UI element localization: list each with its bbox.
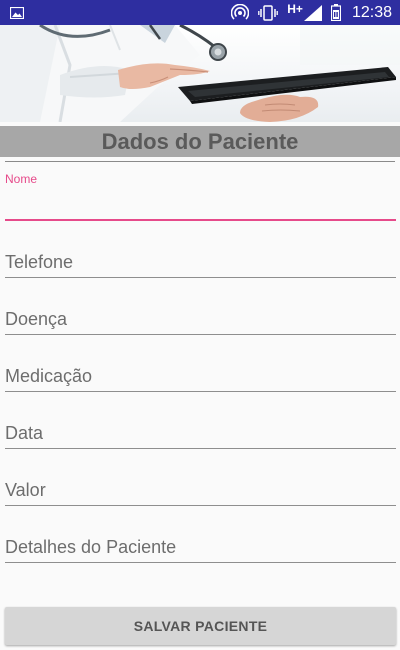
page-title: Dados do Paciente bbox=[101, 128, 299, 154]
save-patient-button[interactable]: SALVAR PACIENTE bbox=[5, 607, 396, 645]
image-notification-icon bbox=[10, 6, 24, 19]
patient-details-field-placeholder: Detalhes do Paciente bbox=[5, 537, 177, 557]
medication-field-underline bbox=[5, 391, 396, 392]
hotspot-icon bbox=[231, 3, 250, 22]
form-title-band: Dados do Paciente bbox=[0, 126, 400, 157]
medication-field[interactable]: Medicação bbox=[5, 364, 396, 394]
phone-field[interactable]: Telefone bbox=[5, 250, 396, 280]
title-divider bbox=[5, 161, 395, 162]
disease-field-underline bbox=[5, 334, 396, 335]
vibrate-icon bbox=[258, 4, 279, 21]
value-field[interactable]: Valor bbox=[5, 478, 396, 508]
patient-details-field-underline bbox=[5, 562, 396, 563]
phone-field-placeholder: Telefone bbox=[5, 252, 74, 272]
value-field-placeholder: Valor bbox=[5, 480, 46, 500]
battery-icon bbox=[330, 4, 341, 21]
name-field[interactable]: Nome bbox=[5, 172, 396, 222]
disease-field[interactable]: Doença bbox=[5, 307, 396, 337]
name-field-underline bbox=[5, 219, 396, 221]
patient-details-field[interactable]: Detalhes do Paciente bbox=[5, 535, 396, 565]
phone-field-underline bbox=[5, 277, 396, 278]
value-field-underline bbox=[5, 505, 396, 506]
signal-icon bbox=[303, 4, 322, 21]
header-image-doctor-tablet bbox=[0, 25, 400, 122]
clock: 12:38 bbox=[351, 3, 392, 21]
network-type-label: H+ bbox=[287, 1, 303, 16]
status-bar: H+ 12:38 bbox=[0, 0, 400, 25]
disease-field-placeholder: Doença bbox=[5, 309, 68, 329]
date-field-placeholder: Data bbox=[5, 423, 44, 443]
network-indicator: H+ bbox=[287, 1, 322, 21]
name-field-label: Nome bbox=[5, 172, 38, 186]
date-field-underline bbox=[5, 448, 396, 449]
date-field[interactable]: Data bbox=[5, 421, 396, 451]
medication-field-placeholder: Medicação bbox=[5, 366, 93, 386]
